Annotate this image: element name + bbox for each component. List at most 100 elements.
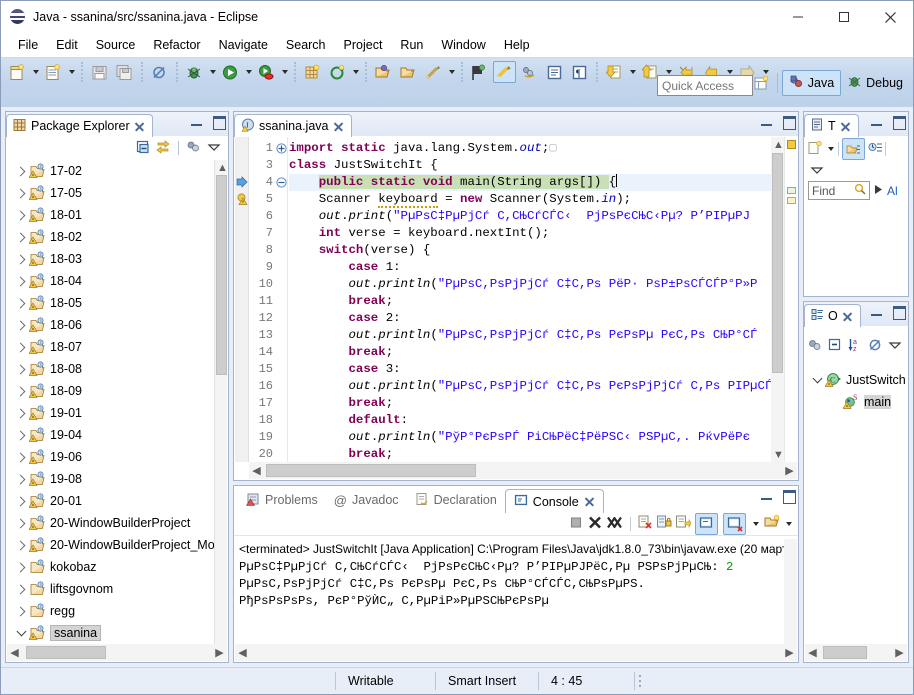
remove-all-terminated-icon[interactable] [606,514,624,533]
minimize-view-icon[interactable] [760,116,773,128]
tab-declaration[interactable]: Declaration [407,488,505,512]
package-explorer-vscrollbar[interactable]: ▲ [214,160,228,644]
scroll-thumb[interactable] [26,646,106,659]
chevron-right-icon[interactable] [13,559,29,575]
console-hscrollbar[interactable]: ◀ ▶ [235,644,797,661]
scroll-left-icon[interactable]: ◀ [7,645,22,660]
debug-icon[interactable] [183,61,206,83]
chevron-down-icon[interactable] [13,625,29,641]
outline-hscrollbar[interactable]: ◀ ▶ [805,644,907,661]
pin-editor-icon[interactable] [468,61,491,83]
skip-all-breakpoints-icon[interactable] [148,61,171,83]
minimize-button[interactable] [775,1,821,33]
code-line[interactable]: out.println("РµРѕC,РѕРјРјCѓ C‡C,Рѕ РёР· … [289,276,771,293]
package-explorer-hscrollbar[interactable]: ◀ ▶ [7,644,227,661]
menu-refactor[interactable]: Refactor [144,35,209,55]
view-menu-icon[interactable] [887,337,903,356]
minimize-view-icon[interactable] [190,116,203,128]
play-triangle-icon[interactable] [874,184,883,198]
tree-item[interactable]: 18-02 [7,226,214,248]
overview-warning-marker[interactable] [786,140,796,149]
fold-expand-icon[interactable] [275,140,287,157]
debug-dropdown-icon[interactable] [207,61,218,83]
editor-folding-bar[interactable] [275,137,288,462]
code-line[interactable]: break; [289,446,771,462]
tree-item[interactable]: 19-08 [7,468,214,490]
tree-item[interactable]: 20-WindowBuilderProject_Mon [7,534,214,556]
quick-access-input[interactable] [657,75,753,96]
code-line[interactable]: public static void main(String args[]) { [289,174,771,191]
console-output[interactable]: <terminated> JustSwitchIt [Java Applicat… [235,539,784,644]
task-find-all-label[interactable]: Al [887,184,898,198]
menu-help[interactable]: Help [495,35,539,55]
new-class-dropdown-icon[interactable] [66,61,77,83]
new-annotation-dropdown-icon[interactable] [350,61,361,83]
open-console-dropdown-icon[interactable] [783,513,794,535]
minimize-view-icon[interactable] [760,490,773,502]
terminate-icon[interactable] [568,514,584,533]
scroll-thumb[interactable] [215,175,227,375]
tree-item[interactable]: 18-08 [7,358,214,380]
warning-marker-icon[interactable] [236,193,248,208]
clear-console-icon[interactable] [637,514,653,533]
tree-item[interactable]: 18-04 [7,270,214,292]
collapse-all-icon[interactable] [827,337,843,356]
maximize-view-icon[interactable] [212,116,226,130]
tree-item[interactable]: 19-04 [7,424,214,446]
tree-item[interactable]: 18-05 [7,292,214,314]
open-type-icon[interactable] [372,61,395,83]
tree-item[interactable]: 20-01 [7,490,214,512]
editor-marker-bar[interactable] [235,137,249,462]
close-icon[interactable] [134,121,145,132]
chevron-right-icon[interactable] [13,471,29,487]
run-dropdown-icon[interactable] [243,61,254,83]
scroll-thumb[interactable] [266,464,476,477]
menu-search[interactable]: Search [277,35,335,55]
code-line[interactable]: break; [289,395,771,412]
scroll-thumb[interactable] [823,646,867,659]
maximize-view-icon[interactable] [892,306,906,320]
tree-item[interactable]: 19-06 [7,446,214,468]
menu-edit[interactable]: Edit [47,35,87,55]
new-java-project-icon[interactable] [6,61,29,83]
chevron-right-icon[interactable] [13,361,29,377]
chevron-right-icon[interactable] [13,581,29,597]
outline-tree[interactable]: C JustSwitch Smain [805,369,907,644]
editor-vscrollbar[interactable]: ▲ ▼ [771,137,784,462]
new-editor-icon[interactable] [422,61,445,83]
outline-item[interactable]: C JustSwitch [805,369,907,391]
tree-item[interactable]: 19-01 [7,402,214,424]
maximize-view-icon[interactable] [892,116,906,130]
chevron-down-icon[interactable] [809,372,825,388]
scroll-right-icon[interactable]: ▶ [892,645,907,660]
chevron-right-icon[interactable] [13,603,29,619]
minimize-view-icon[interactable] [870,116,883,128]
tree-item[interactable]: 18-06 [7,314,214,336]
chevron-right-icon[interactable] [13,185,29,201]
focus-on-active-task-icon[interactable] [807,337,823,356]
minimize-view-icon[interactable] [870,306,883,318]
tree-item[interactable]: liftsgovnom [7,578,214,600]
new-wizard-dropdown-icon[interactable] [30,61,41,83]
console-vscrollbar[interactable] [784,539,797,644]
view-menu-icon[interactable] [809,162,825,181]
editor-hscrollbar[interactable]: ◀ ▶ [249,462,797,479]
scheduled-presentation-icon[interactable] [868,140,883,158]
code-line[interactable]: switch(verse) { [289,242,771,259]
new-java-class-icon[interactable] [42,61,65,83]
tree-item[interactable]: 18-09 [7,380,214,402]
maximize-button[interactable] [821,1,867,33]
toggle-mark-occurrences-icon[interactable] [493,61,516,83]
view-menu-focus-icon[interactable] [186,139,202,158]
code-line[interactable]: case 1: [289,259,771,276]
close-icon[interactable] [584,496,595,507]
pin-console-icon[interactable] [695,512,718,535]
tree-item[interactable]: regg [7,600,214,622]
tree-item[interactable]: 17-02 [7,160,214,182]
chevron-right-icon[interactable] [13,405,29,421]
chevron-right-icon[interactable] [13,537,29,553]
code-line[interactable]: break; [289,293,771,310]
overview-todo-marker[interactable] [786,197,796,204]
code-line[interactable]: case 2: [289,310,771,327]
code-line[interactable]: Scanner keyboard = new Scanner(System.in… [289,191,771,208]
